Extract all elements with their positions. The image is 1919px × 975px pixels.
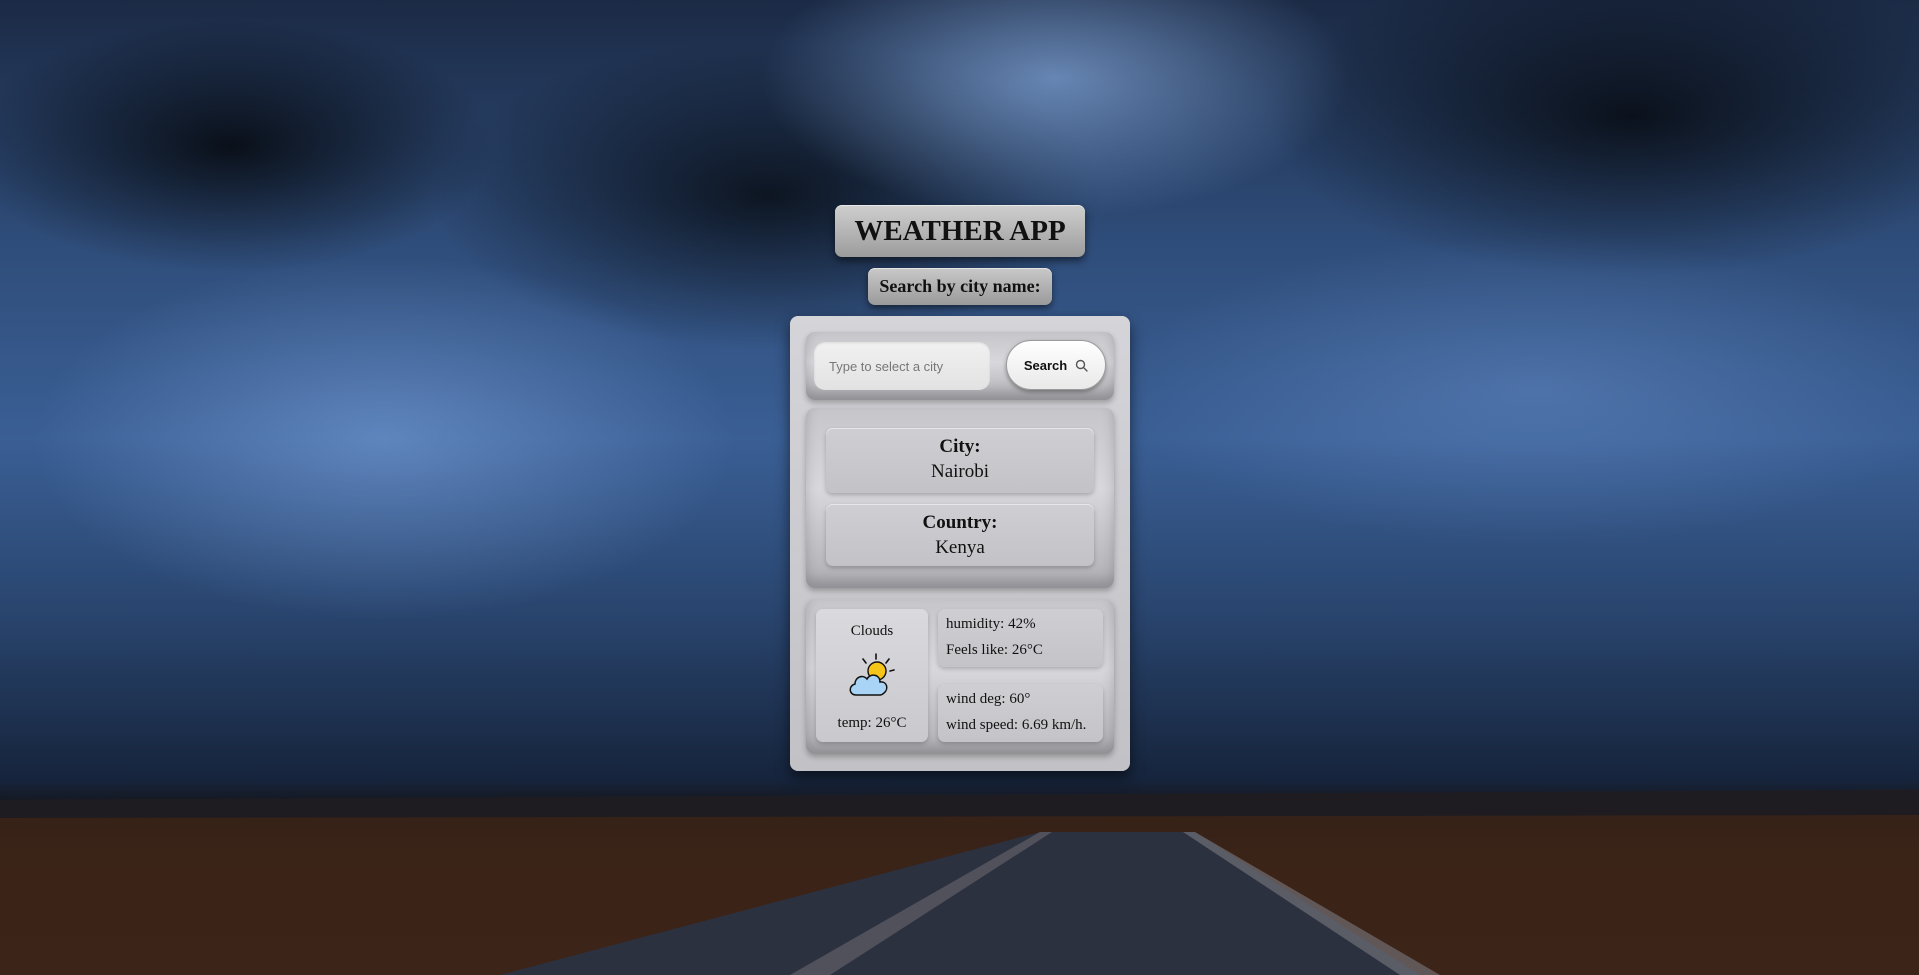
city-search-input[interactable] [814, 342, 990, 390]
country-box: Country: Kenya [826, 504, 1094, 566]
temperature-text: temp: 26°C [837, 715, 907, 731]
weather-card: Search City: Nairobi Country: Kenya [790, 316, 1130, 771]
wind-speed-text: wind speed: 6.69 km/h. [946, 717, 1087, 733]
city-box: City: Nairobi [826, 428, 1094, 493]
search-button-label: Search [1023, 357, 1068, 373]
feels-like-text: Feels like: 26°C [946, 642, 1043, 658]
weather-details-panel: Clouds temp: 26°C humidity: 42% Feels li… [806, 599, 1114, 754]
search-prompt: Search by city name: [868, 268, 1052, 305]
country-label: Country: [922, 512, 998, 533]
location-panel: City: Nairobi Country: Kenya [806, 408, 1114, 588]
country-value: Kenya [935, 537, 985, 558]
condition-text: Clouds [850, 623, 894, 639]
condition-box: Clouds temp: 26°C [816, 609, 928, 742]
search-panel: Search [806, 332, 1114, 400]
city-label: City: [939, 436, 981, 457]
wind-box: wind deg: 60° wind speed: 6.69 km/h. [938, 684, 1103, 742]
search-icon [1075, 359, 1088, 372]
search-button[interactable]: Search [1006, 340, 1106, 390]
humidity-box: humidity: 42% Feels like: 26°C [938, 609, 1103, 667]
wind-deg-text: wind deg: 60° [946, 691, 1031, 707]
humidity-text: humidity: 42% [946, 616, 1036, 632]
app-title: WEATHER APP [835, 205, 1085, 257]
weather-app: WEATHER APP Search by city name: Search … [0, 0, 1919, 975]
city-value: Nairobi [930, 461, 990, 482]
partly-cloudy-icon [849, 653, 895, 696]
